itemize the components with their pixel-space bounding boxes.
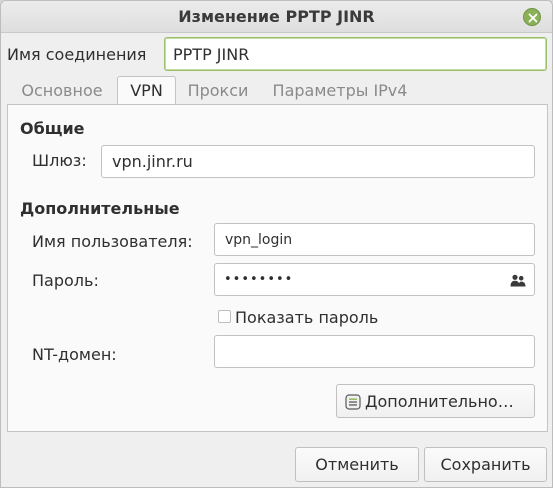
advanced-button-label: Дополнительно…: [365, 392, 514, 411]
dialog-window: Изменение PPTP JINR Имя соединения Основ…: [0, 0, 553, 488]
password-input[interactable]: ••••••••: [214, 263, 535, 296]
gateway-input[interactable]: [101, 145, 535, 178]
close-button[interactable]: [523, 8, 541, 26]
cancel-button-label: Отменить: [315, 455, 399, 474]
tab-general[interactable]: Основное: [11, 77, 113, 104]
additional-section-title: Дополнительные: [20, 199, 180, 218]
close-icon: [528, 13, 538, 23]
general-section-title: Общие: [20, 119, 85, 138]
connection-name-label: Имя соединения: [7, 45, 147, 64]
username-input[interactable]: [214, 223, 535, 256]
save-button-label: Сохранить: [440, 455, 531, 474]
nt-domain-label: NT-домен:: [32, 345, 117, 364]
advanced-button[interactable]: Дополнительно…: [336, 384, 535, 418]
window-title: Изменение PPTP JINR: [178, 7, 375, 26]
save-button[interactable]: Сохранить: [424, 447, 547, 482]
password-value: ••••••••: [224, 272, 294, 287]
tab-ipv4[interactable]: Параметры IPv4: [265, 77, 415, 104]
tab-vpn[interactable]: VPN: [117, 76, 176, 105]
nt-domain-input[interactable]: [214, 335, 535, 368]
titlebar: Изменение PPTP JINR: [1, 1, 552, 33]
username-label: Имя пользователя:: [32, 232, 193, 251]
tab-proxy[interactable]: Прокси: [181, 77, 255, 104]
vpn-settings-panel: Общие Шлюз: Дополнительные Имя пользоват…: [7, 104, 548, 432]
users-icon[interactable]: [510, 274, 526, 287]
cancel-button[interactable]: Отменить: [295, 447, 419, 482]
show-password-label[interactable]: Показать пароль: [235, 308, 378, 327]
password-label: Пароль:: [32, 271, 99, 290]
settings-document-icon: [345, 394, 361, 410]
show-password-checkbox[interactable]: [218, 310, 231, 323]
connection-name-input[interactable]: [164, 37, 547, 71]
gateway-label: Шлюз:: [32, 151, 87, 170]
